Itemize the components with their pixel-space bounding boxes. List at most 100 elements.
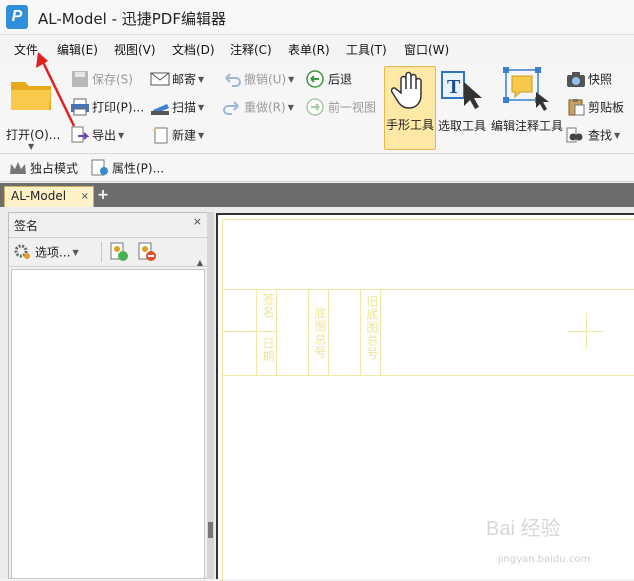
edit-annotation-tool-button[interactable]: 编辑注释工具 [490, 66, 564, 150]
tab-label: AL-Model [11, 189, 67, 203]
menu-comment[interactable]: 注释(C) [230, 41, 272, 58]
snapshot-button[interactable]: 快照 [566, 70, 612, 88]
undo-label: 撤销(U) [244, 72, 287, 87]
edit-annotation-tool-label: 编辑注释工具 [490, 119, 563, 133]
save-icon [72, 71, 88, 87]
hand-tool-button[interactable]: 手形工具 [384, 66, 436, 150]
ribbon-toolbar: 打开(O)... ▼ 保存(S) 打印(P)... 导出 ▼ 邮寄 ▼ 扫描 ▼ 新建… [0, 62, 634, 154]
open-label: 打开(O)... [6, 128, 61, 142]
document-page: 签名 日期 底图总号 旧底图总号 [216, 213, 634, 581]
redo-button[interactable]: 重做(R) ▼ [222, 98, 294, 116]
chevron-down-icon[interactable]: ▼ [118, 131, 124, 140]
chevron-down-icon[interactable]: ▼ [288, 103, 294, 112]
exclusive-mode-button[interactable]: 独占模式 [8, 159, 78, 177]
menu-form[interactable]: 表单(R) [288, 41, 330, 58]
chevron-down-icon[interactable]: ▼ [198, 103, 204, 112]
menu-view[interactable]: 视图(V) [114, 41, 156, 58]
tab-al-model[interactable]: AL-Model × [4, 186, 94, 207]
svg-text:T: T [447, 76, 461, 98]
properties-label: 属性(P)... [112, 161, 165, 176]
forward-view-label: 前一视图 [328, 100, 377, 115]
title-bar: P AL-Model - 迅捷PDF编辑器 [0, 0, 634, 35]
signature-valid-icon[interactable] [109, 242, 129, 262]
printer-icon [71, 98, 89, 116]
camera-icon [567, 72, 585, 87]
signature-panel: 签名 × 选项... ▼ ▲ [8, 212, 208, 579]
menu-window[interactable]: 窗口(W) [404, 41, 449, 58]
redo-label: 重做(R) [244, 100, 286, 115]
properties-icon [91, 159, 108, 176]
chevron-down-icon: ▼ [28, 142, 35, 151]
hand-tool-label: 手形工具 [385, 118, 434, 132]
new-document-icon [152, 127, 168, 144]
export-button[interactable]: 导出 ▼ [70, 126, 124, 144]
print-button[interactable]: 打印(P)... [70, 98, 144, 116]
scan-button[interactable]: 扫描 ▼ [150, 98, 204, 116]
select-tool-button[interactable]: T 选取工具 [436, 66, 488, 150]
mail-button[interactable]: 邮寄 ▼ [150, 70, 204, 88]
table-line [222, 375, 634, 376]
options-button[interactable]: 选项... ▼ [13, 243, 79, 261]
panel-title: 签名 [14, 219, 39, 233]
open-button[interactable]: 打开(O)... ▼ [6, 70, 61, 152]
export-icon [71, 126, 90, 143]
crown-icon [10, 162, 26, 174]
scan-label: 扫描 [172, 100, 197, 115]
splitter-handle[interactable] [208, 522, 213, 538]
signature-list [11, 269, 205, 579]
scanner-icon [151, 104, 169, 115]
print-label: 打印(P)... [92, 100, 145, 115]
chevron-down-icon[interactable]: ▼ [288, 75, 294, 84]
toolbar-divider [101, 242, 102, 262]
mail-label: 邮寄 [172, 72, 197, 87]
back-button[interactable]: 后退 [306, 70, 352, 88]
menu-tools[interactable]: 工具(T) [346, 41, 387, 58]
clipboard-button[interactable]: 剪贴板 [566, 98, 624, 116]
close-icon[interactable]: × [81, 187, 89, 206]
watermark-url: jingyan.baidu.com [498, 554, 591, 565]
watermark-logo: Bai 经验 [486, 518, 561, 540]
select-tool-label: 选取工具 [437, 119, 486, 133]
find-icon [566, 127, 583, 143]
properties-button[interactable]: 属性(P)... [90, 159, 164, 177]
find-button[interactable]: 查找 ▼ [566, 126, 620, 144]
back-label: 后退 [328, 72, 353, 87]
close-icon[interactable]: × [193, 215, 202, 228]
save-button[interactable]: 保存(S) [70, 70, 133, 88]
drawing-label-base-no: 底图总号 [313, 307, 327, 359]
undo-icon [225, 73, 241, 87]
table-line [308, 289, 309, 375]
back-arrow-icon [306, 70, 324, 88]
folder-icon [11, 82, 51, 110]
drawing-label-old-base-no: 旧底图总号 [365, 295, 379, 360]
chevron-down-icon[interactable]: ▼ [198, 75, 204, 84]
menu-document[interactable]: 文档(D) [172, 41, 215, 58]
chevron-down-icon[interactable]: ▼ [614, 131, 620, 140]
new-button[interactable]: 新建 ▼ [150, 126, 204, 144]
table-line [360, 289, 361, 375]
text-select-icon: T [441, 71, 482, 109]
menu-bar: 文件 编辑(E) 视图(V) 文档(D) 注释(C) 表单(R) 工具(T) 窗… [0, 36, 634, 62]
exclusive-mode-label: 独占模式 [30, 161, 79, 176]
forward-view-button[interactable]: 前一视图 [306, 98, 376, 116]
drawing-label-signature: 签名 [261, 293, 275, 319]
chevron-down-icon[interactable]: ▼ [198, 131, 204, 140]
document-tab-bar: AL-Model × + [0, 183, 634, 207]
save-label: 保存(S) [92, 72, 133, 87]
chevron-down-icon[interactable]: ▼ [72, 248, 78, 257]
table-line [222, 289, 634, 290]
collapse-icon[interactable]: ▲ [197, 258, 203, 267]
panel-splitter[interactable] [207, 212, 214, 579]
clipboard-label: 剪贴板 [588, 100, 625, 115]
options-label: 选项... [35, 245, 71, 260]
undo-button[interactable]: 撤销(U) ▼ [222, 70, 294, 88]
app-logo-icon: P [6, 5, 28, 29]
add-tab-icon[interactable]: + [96, 188, 110, 202]
export-label: 导出 [92, 128, 117, 143]
menu-edit[interactable]: 编辑(E) [57, 41, 98, 58]
hand-icon [391, 71, 422, 109]
signature-remove-icon[interactable] [137, 242, 157, 262]
window-title: AL-Model - 迅捷PDF编辑器 [38, 10, 226, 28]
new-label: 新建 [172, 128, 197, 143]
menu-file[interactable]: 文件 [14, 41, 38, 58]
